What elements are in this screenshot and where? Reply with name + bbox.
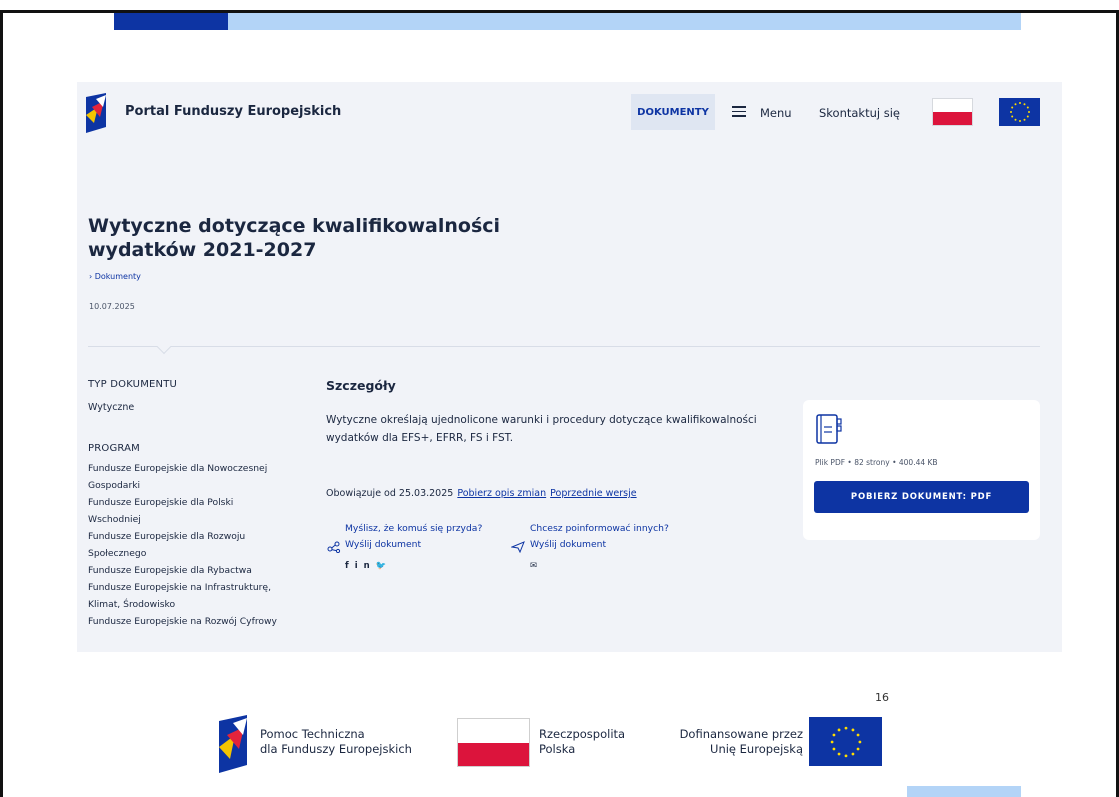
share-question-2: Chcesz poinformować innych? bbox=[530, 523, 669, 534]
validity-row: Obowiązuje od 25.03.2025 Pobierz opis zmi… bbox=[326, 488, 637, 499]
footer-bar-light bbox=[907, 786, 1021, 797]
valid-from: Obowiązuje od 25.03.2025 bbox=[326, 488, 454, 499]
slide-frame-left bbox=[0, 12, 3, 797]
twitter-icon[interactable]: 🐦 bbox=[376, 561, 393, 571]
program-list: Fundusze Europejskie dla Nowoczesnej Gos… bbox=[88, 460, 288, 630]
fe-logo-icon[interactable] bbox=[84, 93, 108, 133]
linkedin-icon[interactable]: in bbox=[355, 561, 376, 571]
polish-flag-icon[interactable] bbox=[932, 98, 973, 126]
eu-flag-icon[interactable] bbox=[999, 98, 1040, 126]
section-divider bbox=[88, 346, 1040, 347]
download-pdf-button[interactable]: POBIERZ DOKUMENT: PDF bbox=[814, 481, 1029, 513]
page-title: Wytyczne dotyczące kwalifikowalności wyd… bbox=[88, 215, 501, 261]
header-bar-dark bbox=[114, 13, 228, 30]
program-item: Fundusze Europejskie na Infrastrukturę, … bbox=[88, 582, 271, 610]
footer-logo-eu-funding: Dofinansowane przez Unię Europejską bbox=[663, 727, 803, 757]
header-bar-light bbox=[228, 13, 1021, 30]
polish-flag-icon bbox=[457, 718, 530, 767]
program-item: Fundusze Europejskie na Rozwój Cyfrowy bbox=[88, 616, 277, 627]
fe-logo-icon bbox=[219, 715, 247, 773]
mail-icon[interactable]: ✉ bbox=[530, 561, 543, 571]
footer-logo2-line1: Rzeczpospolita bbox=[539, 727, 626, 741]
share-icon[interactable] bbox=[327, 541, 341, 553]
send-document-link-1[interactable]: Wyślij dokument bbox=[345, 539, 421, 550]
details-description: Wytyczne określają ujednolicone warunki … bbox=[326, 414, 757, 444]
document-icon bbox=[816, 414, 842, 444]
portal-screenshot: Portal Funduszy Europejskich DOKUMENTY M… bbox=[77, 82, 1062, 652]
document-type-value: Wytyczne bbox=[88, 402, 135, 413]
document-date: 10.07.2025 bbox=[89, 302, 135, 311]
details-heading: Szczegóły bbox=[326, 378, 396, 393]
send-icon[interactable] bbox=[511, 541, 525, 553]
breadcrumb[interactable]: › Dokumenty bbox=[89, 272, 141, 281]
nav-menu[interactable]: Menu bbox=[760, 106, 792, 120]
program-item: Fundusze Europejskie dla Rybactwa bbox=[88, 565, 252, 576]
file-info: Plik PDF • 82 strony • 400.44 KB bbox=[815, 458, 938, 467]
footer-logo2-line2: Polska bbox=[539, 742, 576, 756]
nav-documents[interactable]: DOKUMENTY bbox=[631, 94, 715, 130]
site-name[interactable]: Portal Funduszy Europejskich bbox=[125, 104, 341, 119]
page-number: 16 bbox=[875, 691, 889, 704]
footer-logo1-line1: Pomoc Techniczna bbox=[260, 727, 365, 741]
program-item: Fundusze Europejskie dla Rozwoju Społecz… bbox=[88, 531, 246, 559]
nav-contact[interactable]: Skontaktuj się bbox=[819, 106, 900, 120]
download-card: Plik PDF • 82 strony • 400.44 KB POBIERZ… bbox=[803, 400, 1040, 540]
download-changes-link[interactable]: Pobierz opis zmian bbox=[457, 488, 546, 499]
send-document-link-2[interactable]: Wyślij dokument bbox=[530, 539, 606, 550]
share-question-1: Myślisz, że komuś się przyda? bbox=[345, 523, 483, 534]
previous-versions-link[interactable]: Poprzednie wersje bbox=[550, 488, 636, 499]
document-type-heading: TYP DOKUMENTU bbox=[88, 379, 178, 390]
program-item: Fundusze Europejskie dla Polski Wschodni… bbox=[88, 497, 234, 525]
footer-logo-poland: Rzeczpospolita Polska bbox=[539, 727, 625, 757]
menu-icon[interactable] bbox=[732, 106, 746, 117]
facebook-icon[interactable]: f bbox=[345, 561, 355, 571]
footer-logo1-line2: dla Funduszy Europejskich bbox=[260, 742, 412, 756]
social-links: fin🐦 bbox=[345, 561, 392, 571]
eu-flag-icon bbox=[809, 717, 882, 766]
program-heading: PROGRAM bbox=[88, 443, 141, 454]
top-navigation: Portal Funduszy Europejskich DOKUMENTY M… bbox=[77, 82, 1062, 144]
footer-logo3-line1: Dofinansowane przez bbox=[679, 727, 803, 741]
footer-logo-technical-assistance: Pomoc Techniczna dla Funduszy Europejski… bbox=[260, 727, 412, 757]
program-item: Fundusze Europejskie dla Nowoczesnej Gos… bbox=[88, 463, 268, 491]
divider-notch bbox=[156, 339, 172, 355]
footer-logo3-line2: Unię Europejską bbox=[710, 742, 803, 756]
